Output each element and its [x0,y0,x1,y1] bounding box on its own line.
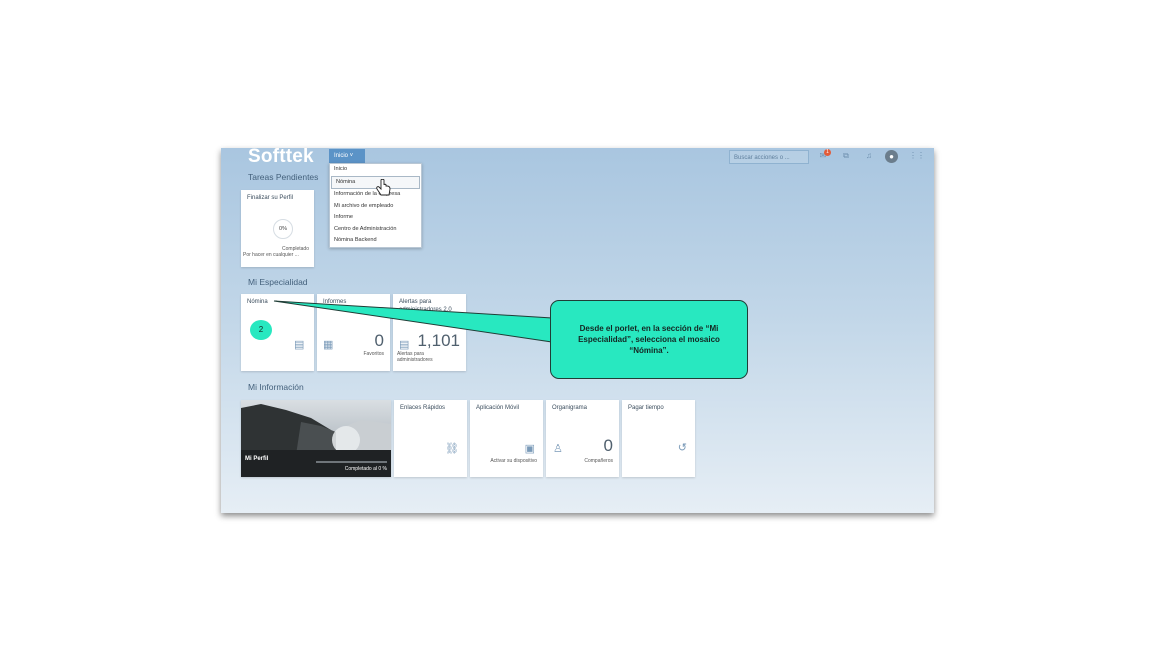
tutorial-callout: Desde el porlet, en la sección de “Mi Es… [550,300,748,379]
step-number-badge: 2 [250,320,272,340]
